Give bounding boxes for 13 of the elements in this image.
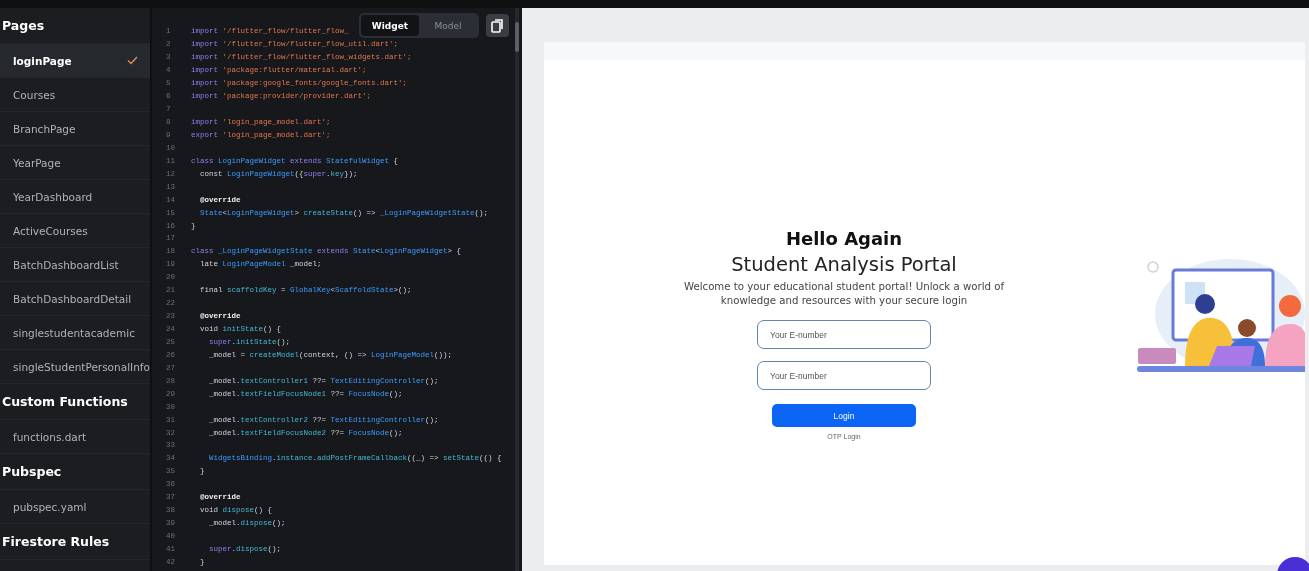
page-item[interactable]: loginPage — [0, 44, 150, 78]
login-button[interactable]: Login — [772, 404, 916, 427]
scrollbar-thumb[interactable] — [515, 22, 519, 52]
view-tab[interactable]: Widget — [361, 15, 419, 36]
e-number-field[interactable]: Your E-number — [757, 320, 931, 349]
copy-button[interactable] — [486, 14, 509, 37]
portal-title: Student Analysis Portal — [731, 253, 957, 276]
welcome-text: Welcome to your educational student portal! Unlock a world of knowledge and resources with your secure login — [682, 280, 1006, 308]
check-icon — [127, 56, 138, 65]
view-tab[interactable]: Model — [419, 15, 477, 36]
greeting-heading: Hello Again — [785, 228, 903, 249]
copy-icon — [491, 18, 504, 33]
e-number-field[interactable]: Your E-number — [757, 361, 931, 390]
